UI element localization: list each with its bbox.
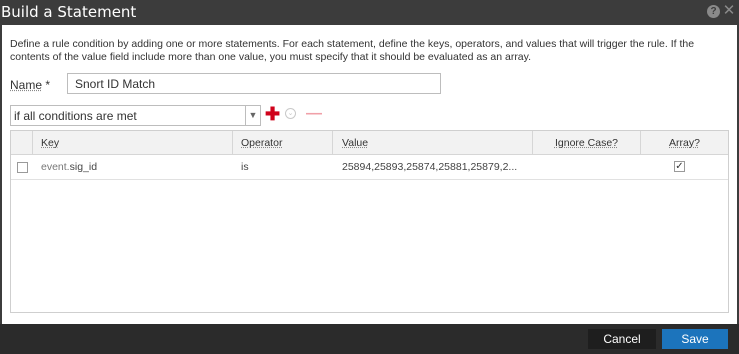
dialog-description: Define a rule condition by adding one or… bbox=[10, 38, 695, 63]
close-icon[interactable]: ✕ bbox=[722, 3, 736, 19]
condition-select-value: if all conditions are met bbox=[14, 109, 137, 123]
statements-grid: Key Operator Value Ignore Case? Array? e… bbox=[10, 130, 729, 313]
column-header-value[interactable]: Value bbox=[333, 131, 533, 155]
condition-select[interactable]: if all conditions are met ▼ bbox=[10, 105, 261, 126]
row-array-checkbox[interactable]: ✓ bbox=[674, 161, 685, 172]
required-mark: * bbox=[45, 78, 51, 92]
row-value: 25894,25893,25874,25881,25879,2... bbox=[342, 161, 518, 173]
name-label: Name * bbox=[10, 78, 50, 92]
column-header-operator[interactable]: Operator bbox=[233, 131, 333, 155]
cancel-button[interactable]: Cancel bbox=[588, 329, 656, 349]
select-column-header bbox=[11, 131, 33, 155]
row-key-name: sig_id bbox=[69, 161, 98, 173]
name-input[interactable] bbox=[67, 73, 441, 94]
row-key: event.sig_id bbox=[41, 155, 231, 180]
move-down-icon[interactable]: ⌄ bbox=[285, 108, 296, 119]
chevron-down-icon[interactable]: ▼ bbox=[245, 106, 260, 125]
dialog-titlebar: Build a Statement ? ✕ bbox=[0, 0, 739, 25]
remove-statement-icon[interactable]: — bbox=[306, 106, 322, 122]
table-row[interactable]: event.sig_id is 25894,25893,25874,25881,… bbox=[11, 155, 728, 180]
dialog-body: Define a rule condition by adding one or… bbox=[0, 25, 739, 324]
row-ignore-case bbox=[533, 155, 641, 180]
save-button[interactable]: Save bbox=[662, 329, 728, 349]
dialog-footer: Cancel Save bbox=[0, 324, 739, 354]
row-key-prefix: event. bbox=[41, 161, 70, 173]
column-header-key[interactable]: Key bbox=[33, 131, 233, 155]
row-select-checkbox[interactable] bbox=[17, 162, 28, 173]
grid-header: Key Operator Value Ignore Case? Array? bbox=[11, 131, 728, 155]
dialog-title: Build a Statement bbox=[1, 3, 137, 21]
help-icon[interactable]: ? bbox=[707, 5, 720, 18]
name-label-text: Name bbox=[10, 78, 43, 92]
column-header-ignore-case[interactable]: Ignore Case? bbox=[533, 131, 641, 155]
row-operator: is bbox=[241, 161, 249, 173]
column-header-array[interactable]: Array? bbox=[641, 131, 728, 155]
add-statement-icon[interactable]: ✚ bbox=[265, 105, 280, 123]
